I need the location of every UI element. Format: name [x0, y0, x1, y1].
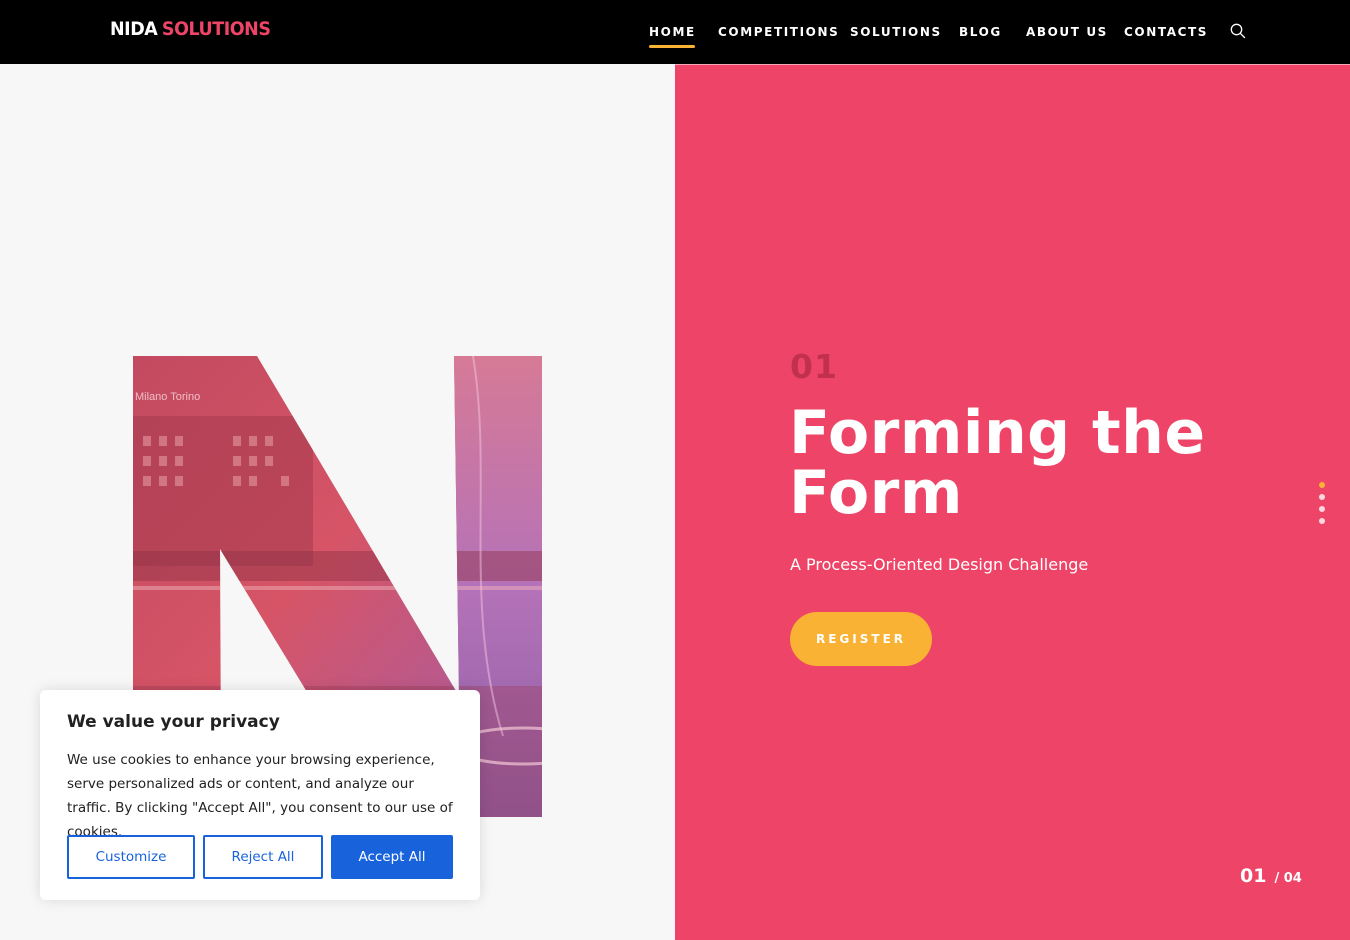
- cookie-title: We value your privacy: [67, 712, 280, 732]
- register-button[interactable]: REGISTER: [790, 612, 932, 666]
- slide-title: Forming the Form: [789, 398, 1206, 528]
- nav-competitions[interactable]: COMPETITIONS: [718, 24, 839, 40]
- slide-number: 01: [790, 347, 838, 386]
- cookie-consent-banner: We value your privacy We use cookies to …: [40, 690, 480, 900]
- slider-dot-2[interactable]: [1319, 494, 1325, 500]
- slide-counter-current: 01: [1240, 865, 1267, 887]
- slider-pagination: [1318, 482, 1326, 528]
- accept-all-button[interactable]: Accept All: [331, 835, 453, 879]
- slider-dot-1[interactable]: [1319, 482, 1325, 488]
- slide-counter-total: / 04: [1274, 871, 1302, 886]
- nav-home[interactable]: HOME: [649, 24, 696, 48]
- reject-all-button[interactable]: Reject All: [203, 835, 323, 879]
- slider-dot-3[interactable]: [1319, 506, 1325, 512]
- logo-part-2: SOLUTIONS: [161, 18, 271, 40]
- nav-contacts[interactable]: CONTACTS: [1124, 24, 1208, 40]
- hero-slide-panel: 01 Forming the Form A Process-Oriented D…: [675, 64, 1350, 940]
- slider-dot-4[interactable]: [1319, 518, 1325, 524]
- nav-blog[interactable]: BLOG: [959, 24, 1002, 40]
- nav-about-us[interactable]: ABOUT US: [1026, 24, 1108, 40]
- logo-part-1: NIDA: [110, 18, 158, 40]
- cookie-description: We use cookies to enhance your browsing …: [67, 752, 453, 840]
- site-logo[interactable]: NIDA SOLUTIONS: [110, 18, 271, 40]
- slide-subtitle: A Process-Oriented Design Challenge: [790, 555, 1089, 574]
- n-image-caption: Milano Torino: [135, 391, 200, 403]
- nav-solutions[interactable]: SOLUTIONS: [850, 24, 942, 40]
- customize-button[interactable]: Customize: [67, 835, 195, 879]
- slide-counter: 01 / 04: [1240, 865, 1302, 887]
- site-header: NIDA SOLUTIONS HOME COMPETITIONS SOLUTION…: [0, 0, 1350, 64]
- search-icon[interactable]: [1229, 22, 1247, 40]
